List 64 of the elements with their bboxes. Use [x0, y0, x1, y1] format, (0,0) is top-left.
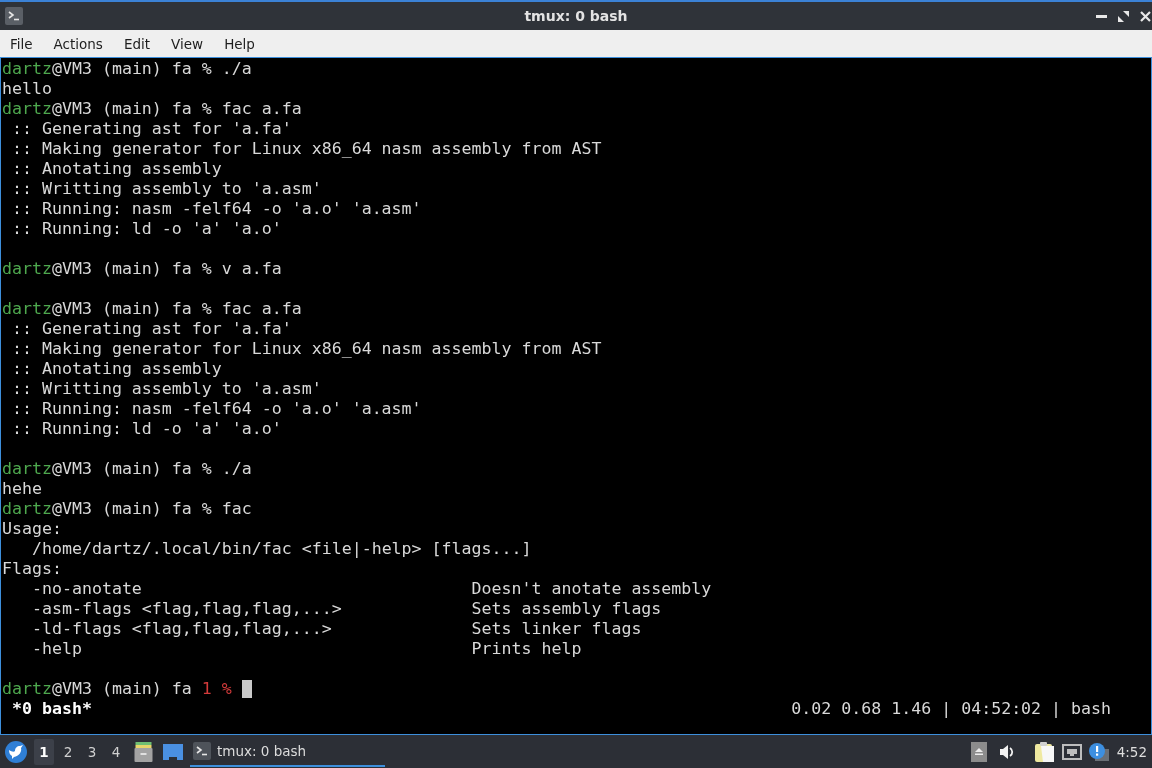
- log-text: :: Running: ld -o 'a' 'a.o': [12, 419, 282, 439]
- log-text: :: Generating ast for 'a.fa': [12, 319, 292, 339]
- window-title: tmux: 0 bash: [524, 8, 628, 24]
- shell-prompt: dartz@VM3 (main) fa %: [2, 459, 212, 479]
- command-text: fac a.fa: [221, 99, 302, 119]
- tmux-status-text: 0.02 0.68 1.46 | 04:52:02 | bash: [791, 699, 1112, 719]
- speaker-icon[interactable]: [998, 743, 1015, 760]
- flag-description: Sets assembly flags: [471, 599, 662, 619]
- taskbar-task[interactable]: tmux: 0 bash: [190, 736, 385, 767]
- shell-prompt: dartz@VM3 (main) fa 1 %: [2, 679, 232, 699]
- file-cabinet-icon[interactable]: [134, 741, 153, 762]
- shell-prompt: dartz@VM3 (main) fa %: [2, 499, 212, 519]
- flag-description: Doesn't anotate assembly: [471, 579, 712, 599]
- workspace-button[interactable]: 3: [82, 738, 102, 765]
- shell-prompt: dartz@VM3 (main) fa %: [2, 59, 212, 79]
- clock: 4:52: [1116, 743, 1147, 760]
- output-text: Flags:: [2, 559, 62, 579]
- log-text: :: Generating ast for 'a.fa': [12, 119, 292, 139]
- workspace-button[interactable]: 4: [106, 738, 126, 765]
- shell-prompt: dartz@VM3 (main) fa %: [2, 299, 212, 319]
- log-text: :: Running: nasm -felf64 -o 'a.o' 'a.asm': [12, 199, 422, 219]
- desktop-icon[interactable]: [163, 743, 183, 760]
- menu-item[interactable]: File: [0, 32, 44, 55]
- notification-icon[interactable]: [1088, 742, 1109, 761]
- clipboard-icon[interactable]: [1034, 741, 1054, 762]
- maximize-icon[interactable]: [1118, 10, 1129, 22]
- menu-item[interactable]: Edit: [113, 32, 162, 55]
- log-text: :: Anotating assembly: [12, 359, 222, 379]
- flag-description: Sets linker flags: [471, 619, 642, 639]
- menu-item[interactable]: Actions: [43, 32, 114, 55]
- output-text: Usage:: [2, 519, 62, 539]
- menu-item[interactable]: View: [161, 32, 215, 55]
- terminal-icon: [193, 741, 211, 760]
- workspace-button[interactable]: 2: [58, 738, 78, 765]
- eject-icon[interactable]: [970, 741, 987, 762]
- output-text: hehe: [2, 479, 42, 499]
- log-text: :: Anotating assembly: [12, 159, 222, 179]
- flag-description: Prints help: [471, 639, 582, 659]
- log-text: :: Writting assembly to 'a.asm': [12, 179, 322, 199]
- command-text: ./a: [221, 459, 252, 479]
- output-text: hello: [2, 79, 52, 99]
- log-text: :: Making generator for Linux x86_64 nasm assembly from AST: [12, 139, 602, 159]
- flag-name: -no-anotate: [31, 579, 143, 599]
- command-text: fac: [221, 499, 252, 519]
- network-port-icon[interactable]: [1061, 743, 1082, 760]
- flag-name: -asm-flags <flag,flag,flag,...>: [31, 599, 343, 619]
- usage-text: /home/dartz/.local/bin/fac <file|-help> [flags...]: [31, 539, 532, 559]
- flag-name: -help: [31, 639, 83, 659]
- tmux-window-label: *0 bash*: [12, 699, 92, 718]
- log-text: :: Making generator for Linux x86_64 nasm assembly from AST: [12, 339, 602, 359]
- shell-prompt: dartz@VM3 (main) fa %: [2, 99, 212, 119]
- log-text: :: Writting assembly to 'a.asm': [12, 379, 322, 399]
- command-text: v a.fa: [221, 259, 282, 279]
- terminal-icon: [5, 7, 23, 25]
- workspace-button[interactable]: 1: [34, 738, 54, 765]
- menu-item[interactable]: Help: [214, 32, 266, 55]
- command-text: fac a.fa: [221, 299, 302, 319]
- close-icon[interactable]: [1140, 10, 1151, 22]
- log-text: :: Running: ld -o 'a' 'a.o': [12, 219, 282, 239]
- flag-name: -ld-flags <flag,flag,flag,...>: [31, 619, 333, 639]
- command-text: ./a: [221, 59, 252, 79]
- shell-prompt: dartz@VM3 (main) fa %: [2, 259, 212, 279]
- bird-logo-icon[interactable]: [5, 740, 27, 763]
- log-text: :: Running: nasm -felf64 -o 'a.o' 'a.asm': [12, 399, 422, 419]
